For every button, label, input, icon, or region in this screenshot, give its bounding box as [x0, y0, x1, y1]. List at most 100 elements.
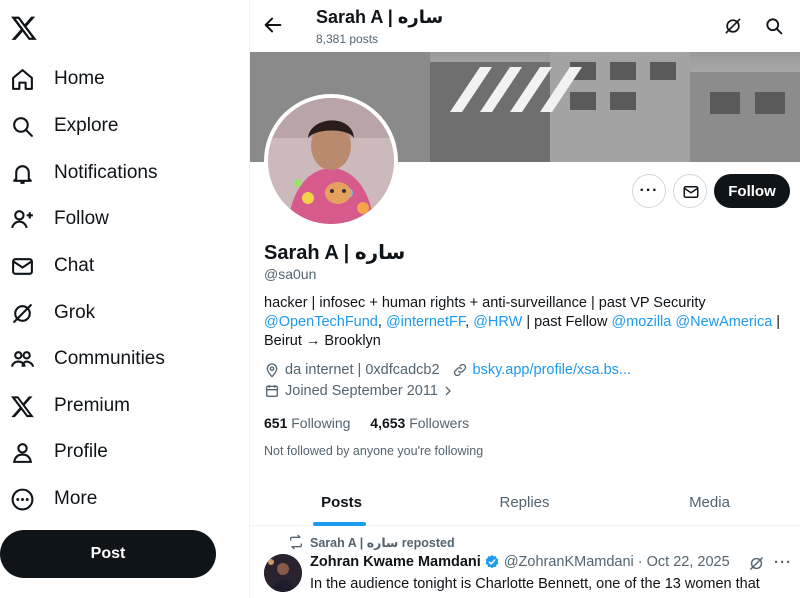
repost-label[interactable]: Sarah A | ساره reposted [310, 535, 455, 550]
nav-label-chat: Chat [54, 255, 95, 276]
nav-item-notifications[interactable]: Notifications [0, 150, 230, 196]
nav-item-grok[interactable]: Grok [0, 290, 230, 336]
nav-label-more: More [54, 488, 98, 509]
tweet-text: In the audience tonight is Charlotte Ben… [310, 576, 760, 592]
profile-joined-row[interactable]: Joined September 2011 [264, 383, 454, 399]
grok-icon[interactable] [723, 16, 743, 36]
follow-button[interactable]: Follow [714, 174, 790, 208]
nav-label-communities: Communities [54, 348, 165, 369]
followers-label: Followers [409, 415, 470, 431]
bio-separator: , [377, 314, 386, 330]
banner-graffiti [450, 67, 582, 112]
envelope-icon [12, 258, 33, 275]
nav-label-grok: Grok [54, 302, 96, 323]
home-icon [12, 69, 33, 90]
header-profile-name: Sarah A | ساره [316, 7, 444, 27]
profile-joined-date: Joined September 2011 [285, 383, 438, 399]
person-icon [12, 443, 33, 463]
tweet-avatar-image [264, 554, 302, 592]
profile-handle: @sa0un [264, 266, 317, 282]
more-options-button[interactable]: ··· [632, 174, 666, 208]
bio-separator: , [465, 314, 474, 330]
location-pin-icon [266, 363, 278, 378]
profile-name: Sarah A | ساره [264, 242, 406, 264]
message-button[interactable] [673, 174, 707, 208]
tweet-author-handle[interactable]: @ZohranKMamdani [504, 554, 634, 570]
profile-location: da internet | 0xdfcadcb2 [285, 362, 440, 378]
search-icon [13, 117, 33, 137]
nav-label-explore: Explore [54, 115, 119, 136]
banner-window [650, 62, 676, 80]
profile-header: Sarah A | ساره 8,381 posts [250, 0, 800, 52]
bio-location-text: Beirut → Brooklyn [264, 333, 381, 349]
profile-column: Sarah A | ساره 8,381 posts ··· Follow Sa… [249, 0, 800, 598]
bio-text: | past Fellow [522, 314, 612, 330]
repost-indicator: Sarah A | ساره reposted [288, 534, 455, 550]
bio-text: | [772, 314, 781, 330]
bell-icon [13, 165, 32, 184]
nav-item-profile[interactable]: Profile [0, 429, 230, 475]
tweet-dot: · [637, 554, 643, 570]
profile-meta-row: da internet | 0xdfcadcb2 bsky.app/profil… [264, 362, 631, 378]
nav-item-chat[interactable]: Chat [0, 243, 230, 289]
bio-link-internetff[interactable]: @internetFF [386, 314, 465, 330]
tweet-more-button[interactable]: ··· [774, 554, 792, 571]
banner-window [610, 92, 636, 110]
tweet-header: Zohran Kwame Mamdani @ZohranKMamdani · O… [310, 554, 730, 570]
calendar-icon [266, 385, 278, 397]
nav-item-explore[interactable]: Explore [0, 103, 230, 149]
active-tab-indicator [313, 522, 366, 526]
following-count: 651 [264, 415, 288, 431]
left-navigation: Home Explore Notifications Follow Chat G… [0, 0, 248, 598]
profile-tabs: Posts Replies Media [250, 478, 800, 526]
grok-icon [13, 304, 32, 323]
x-logo-icon [10, 396, 34, 418]
tab-media[interactable]: Media [618, 478, 800, 526]
envelope-icon [683, 186, 699, 198]
add-person-icon [11, 210, 33, 229]
nav-item-more[interactable]: More [0, 476, 230, 522]
avatar-image [268, 98, 394, 224]
following-label: Following [291, 415, 351, 431]
nav-item-home[interactable]: Home [0, 56, 230, 102]
tweet-date[interactable]: Oct 22, 2025 [647, 554, 730, 570]
profile-avatar[interactable] [264, 94, 398, 228]
banner-building [690, 72, 800, 162]
nav-label-follow: Follow [54, 208, 109, 229]
post-button[interactable]: Post [0, 530, 216, 578]
back-arrow-icon[interactable] [262, 14, 284, 36]
grok-icon[interactable] [748, 555, 765, 572]
nav-item-follow[interactable]: Follow [0, 196, 230, 242]
search-icon[interactable] [764, 16, 784, 36]
not-followed-notice: Not followed by anyone you're following [264, 444, 484, 458]
bio-link-hrw[interactable]: @HRW [473, 314, 522, 330]
bio-link-newamerica[interactable]: @NewAmerica [675, 314, 772, 330]
tab-posts[interactable]: Posts [250, 478, 433, 526]
nav-item-premium[interactable]: Premium [0, 383, 230, 429]
profile-website-link[interactable]: bsky.app/profile/xsa.bs... [473, 362, 632, 378]
bio-link-opentechfund[interactable]: @OpenTechFund [264, 314, 378, 330]
nav-label-profile: Profile [54, 441, 108, 462]
nav-item-communities[interactable]: Communities [0, 336, 230, 382]
banner-window [710, 92, 740, 114]
nav-label-notifications: Notifications [54, 162, 158, 183]
tweet-author-name[interactable]: Zohran Kwame Mamdani [310, 554, 481, 570]
repost-icon [290, 534, 302, 550]
chevron-right-icon [445, 386, 451, 396]
more-circle-icon [11, 488, 34, 511]
verified-badge-icon [485, 555, 499, 569]
followers-stat[interactable]: 4,653 Followers [370, 415, 469, 431]
following-stat[interactable]: 651 Following [264, 415, 350, 431]
tab-replies[interactable]: Replies [433, 478, 616, 526]
nav-label-home: Home [54, 68, 105, 89]
banner-window [755, 92, 785, 114]
nav-label-premium: Premium [54, 395, 131, 416]
banner-window [610, 62, 636, 80]
x-logo-icon[interactable] [10, 14, 38, 42]
link-icon [453, 363, 466, 377]
bio-text: hacker | infosec + human rights + anti-s… [264, 295, 706, 311]
header-posts-count: 8,381 posts [316, 32, 379, 46]
bio-link-mozilla[interactable]: @mozilla [612, 314, 672, 330]
tweet-author-avatar[interactable] [264, 554, 302, 592]
people-icon [11, 351, 34, 367]
